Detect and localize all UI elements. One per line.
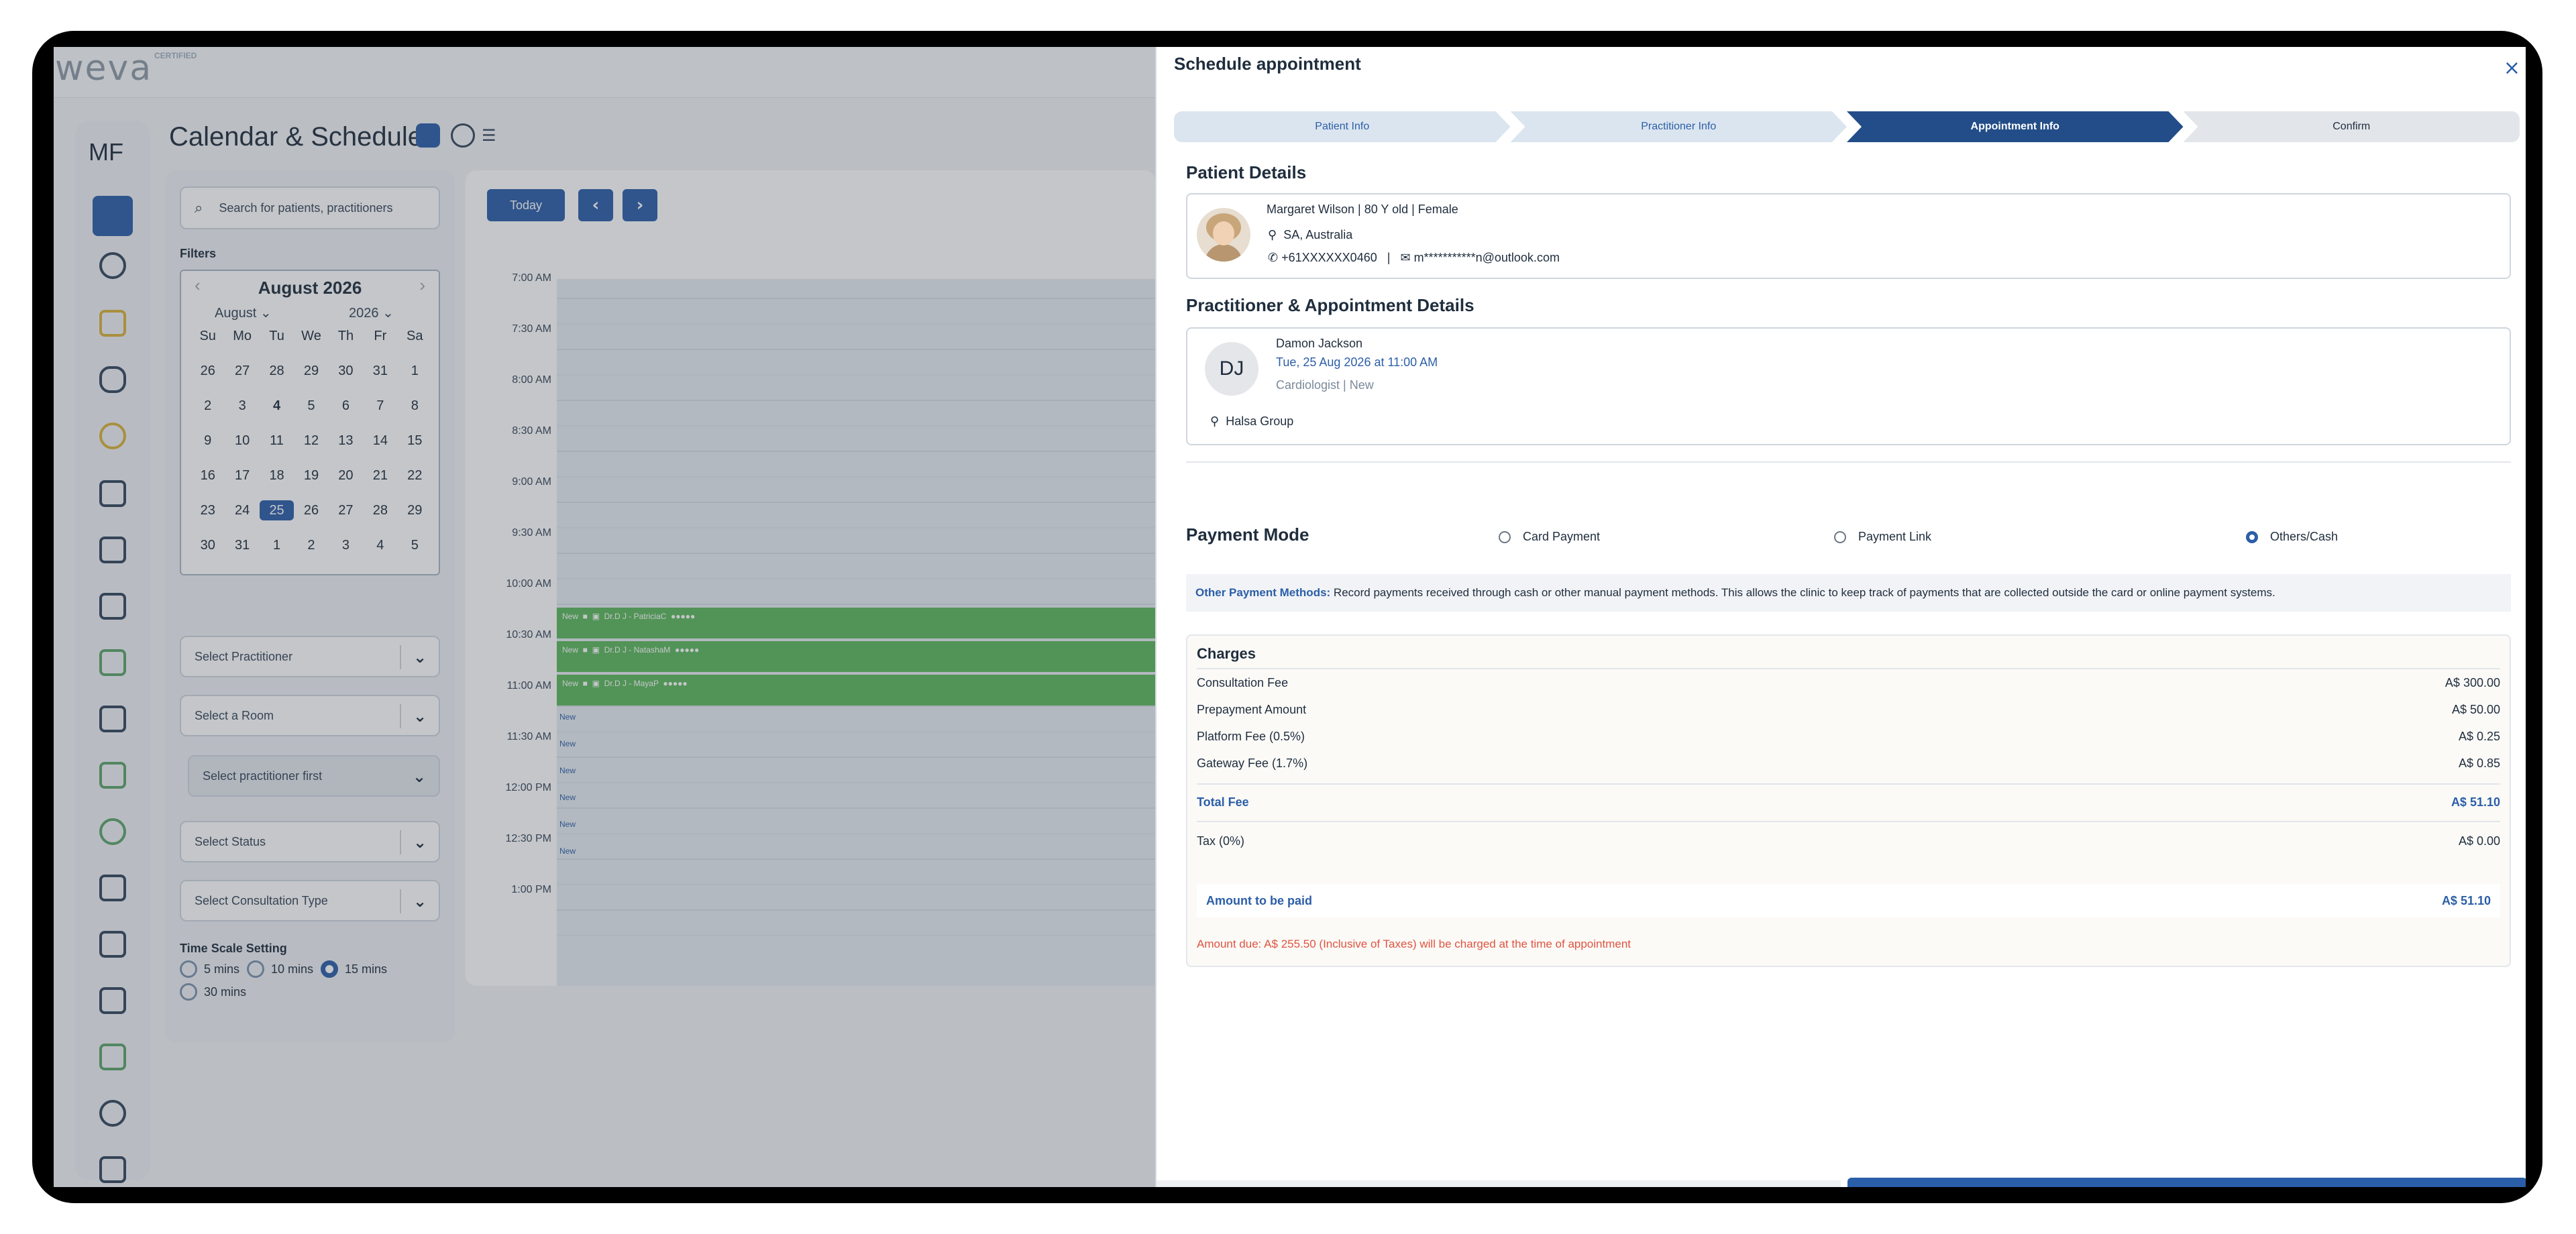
- location-icon: ⚲: [1268, 228, 1277, 241]
- divider: [1197, 821, 2500, 822]
- patient-card: Margaret Wilson | 80 Y old | Female ⚲ SA…: [1186, 193, 2511, 279]
- charge-row: Gateway Fee (1.7%) A$ 0.85: [1197, 756, 2500, 771]
- tax-label: Tax (0%): [1197, 834, 1245, 848]
- patient-location-text: SA, Australia: [1283, 228, 1353, 241]
- practitioner-card: DJ Damon Jackson Tue, 25 Aug 2026 at 11:…: [1186, 327, 2511, 445]
- other-payment-info: Other Payment Methods: Record payments r…: [1186, 574, 2511, 612]
- charge-label: Platform Fee (0.5%): [1197, 730, 1305, 743]
- tax-row: Tax (0%) A$ 0.00: [1197, 834, 2500, 848]
- practitioner-details-heading: Practitioner & Appointment Details: [1186, 295, 1474, 315]
- practitioner-org-text: Halsa Group: [1226, 414, 1294, 428]
- patient-email: m***********n@outlook.com: [1413, 251, 1560, 264]
- step-appointment-info[interactable]: Appointment Info: [1847, 111, 2184, 142]
- charge-label: Prepayment Amount: [1197, 703, 1307, 716]
- avatar-body: [1205, 244, 1242, 262]
- appointment-datetime: Tue, 25 Aug 2026 at 11:00 AM: [1276, 355, 1438, 369]
- contact-separator: |: [1387, 251, 1391, 264]
- payment-option-cash[interactable]: Others/Cash: [2246, 530, 2338, 544]
- charge-value: A$ 50.00: [2451, 703, 2500, 716]
- total-fee-label: Total Fee: [1197, 795, 1249, 809]
- radio-icon: [1834, 530, 1846, 543]
- total-fee-value: A$ 51.10: [2451, 795, 2500, 809]
- next-button[interactable]: [1847, 1178, 2526, 1187]
- charge-label: Consultation Fee: [1197, 676, 1289, 689]
- phone-icon: ✆: [1268, 251, 1279, 264]
- patient-avatar: [1197, 208, 1250, 262]
- patient-phone: +61XXXXXX0460: [1281, 251, 1377, 264]
- payment-option-link[interactable]: Payment Link: [1834, 530, 1931, 544]
- patient-location: ⚲ SA, Australia: [1268, 228, 1352, 242]
- stepper: Patient Info Practitioner Info Appointme…: [1174, 111, 2520, 142]
- back-button[interactable]: [1157, 1180, 1841, 1187]
- charges-title-text: Charges: [1197, 645, 1256, 662]
- amount-value: A$ 51.10: [2441, 893, 2491, 907]
- other-payment-label: Other Payment Methods:: [1195, 586, 1331, 599]
- charge-value: A$ 0.25: [2458, 730, 2500, 743]
- location-icon: ⚲: [1210, 414, 1220, 428]
- amount-due-note: Amount due: A$ 255.50 (Inclusive of Taxe…: [1197, 938, 1631, 950]
- step-practitioner-info[interactable]: Practitioner Info: [1511, 111, 1847, 142]
- payment-option-label: Card Payment: [1523, 530, 1601, 543]
- amount-to-be-paid-row: Amount to be paid A$ 51.10: [1197, 884, 2500, 917]
- practitioner-role: Cardiologist | New: [1276, 378, 1374, 392]
- charge-row: Platform Fee (0.5%) A$ 0.25: [1197, 730, 2500, 744]
- charge-value: A$ 0.85: [2458, 756, 2500, 770]
- mail-icon: ✉: [1400, 251, 1411, 264]
- divider: [1186, 461, 2511, 463]
- payment-option-card[interactable]: Card Payment: [1499, 530, 1600, 544]
- screen: weva CERTIFIED MF Calendar & Schedule ☰ …: [54, 47, 2526, 1187]
- charge-row: Prepayment Amount A$ 50.00: [1197, 703, 2500, 717]
- divider: [1197, 783, 2500, 785]
- practitioner-org: ⚲ Halsa Group: [1210, 414, 1293, 429]
- radio-icon: [1499, 530, 1511, 543]
- radio-selected-icon: [2246, 530, 2258, 543]
- charges-title: Charges: [1197, 645, 2500, 663]
- practitioner-name: Damon Jackson: [1276, 337, 1363, 350]
- tax-value: A$ 0.00: [2458, 834, 2500, 848]
- other-payment-text: Record payments received through cash or…: [1330, 586, 2275, 599]
- patient-summary: Margaret Wilson | 80 Y old | Female: [1267, 203, 1458, 216]
- charges-card: Charges Consultation Fee A$ 300.00 Prepaym…: [1186, 634, 2511, 967]
- step-confirm[interactable]: Confirm: [2183, 111, 2520, 142]
- charge-row: Consultation Fee A$ 300.00: [1197, 676, 2500, 690]
- schedule-appointment-drawer: Schedule appointment × Patient Info Prac…: [1155, 47, 2526, 1187]
- divider: [1197, 668, 2500, 669]
- step-patient-info[interactable]: Patient Info: [1174, 111, 1511, 142]
- modal-overlay[interactable]: [54, 47, 1155, 1187]
- payment-mode-label: Payment Mode: [1186, 524, 1309, 545]
- calendar-app: weva CERTIFIED MF Calendar & Schedule ☰ …: [54, 47, 1155, 1187]
- total-fee-row: Total Fee A$ 51.10: [1197, 795, 2500, 809]
- payment-option-label: Payment Link: [1858, 530, 1932, 543]
- avatar-face: [1213, 221, 1234, 245]
- close-icon[interactable]: ×: [2504, 56, 2520, 80]
- patient-details-heading: Patient Details: [1186, 162, 1307, 182]
- payment-option-label: Others/Cash: [2270, 530, 2339, 543]
- charge-value: A$ 300.00: [2445, 676, 2500, 689]
- amount-label: Amount to be paid: [1206, 893, 1312, 907]
- practitioner-avatar: DJ: [1205, 342, 1258, 396]
- patient-contact: ✆ +61XXXXXX0460 | ✉ m***********n@outloo…: [1268, 251, 1560, 265]
- drawer-title: Schedule appointment: [1174, 54, 1361, 74]
- charge-label: Gateway Fee (1.7%): [1197, 756, 1308, 770]
